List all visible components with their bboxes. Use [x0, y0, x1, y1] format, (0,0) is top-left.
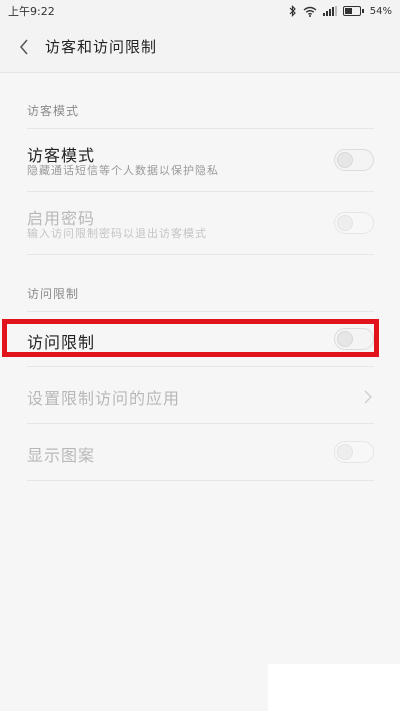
bluetooth-icon: [289, 5, 297, 17]
section-header-guest: 访客模式: [27, 104, 80, 118]
restricted-apps-title: 设置限制访问的应用: [27, 389, 181, 408]
enable-password-toggle[interactable]: [334, 212, 374, 234]
show-pattern-title: 显示图案: [27, 446, 96, 465]
divider: [27, 254, 374, 255]
guest-mode-toggle[interactable]: [334, 149, 374, 171]
battery-percent: 54%: [369, 5, 392, 17]
guest-mode-subtitle: 隐藏通话短信等个人数据以保护隐私: [27, 164, 219, 177]
status-time: 上午9:22: [8, 5, 55, 18]
status-icons: 54%: [289, 3, 392, 19]
wifi-icon: [303, 6, 317, 17]
toggle-knob: [337, 215, 353, 231]
access-restriction-toggle[interactable]: [334, 328, 374, 350]
toggle-knob: [337, 152, 353, 168]
battery-icon: [342, 6, 364, 16]
back-arrow-icon: [20, 39, 28, 55]
signal-icon: [322, 6, 337, 16]
toggle-knob: [337, 331, 353, 347]
enable-password-subtitle: 输入访问限制密码以退出访客模式: [27, 227, 207, 240]
title-bar: 访客和访问限制: [0, 22, 400, 73]
bottom-white-area: [268, 664, 400, 711]
divider: [27, 480, 374, 481]
show-pattern-toggle[interactable]: [334, 441, 374, 463]
section-header-restriction: 访问限制: [27, 287, 80, 301]
status-bar: 上午9:22 54%: [0, 0, 400, 22]
chevron-right-icon: [364, 389, 372, 408]
back-button[interactable]: [12, 35, 36, 59]
toggle-knob: [337, 444, 353, 460]
access-restriction-title: 访问限制: [27, 333, 96, 352]
page-title: 访客和访问限制: [45, 38, 158, 56]
